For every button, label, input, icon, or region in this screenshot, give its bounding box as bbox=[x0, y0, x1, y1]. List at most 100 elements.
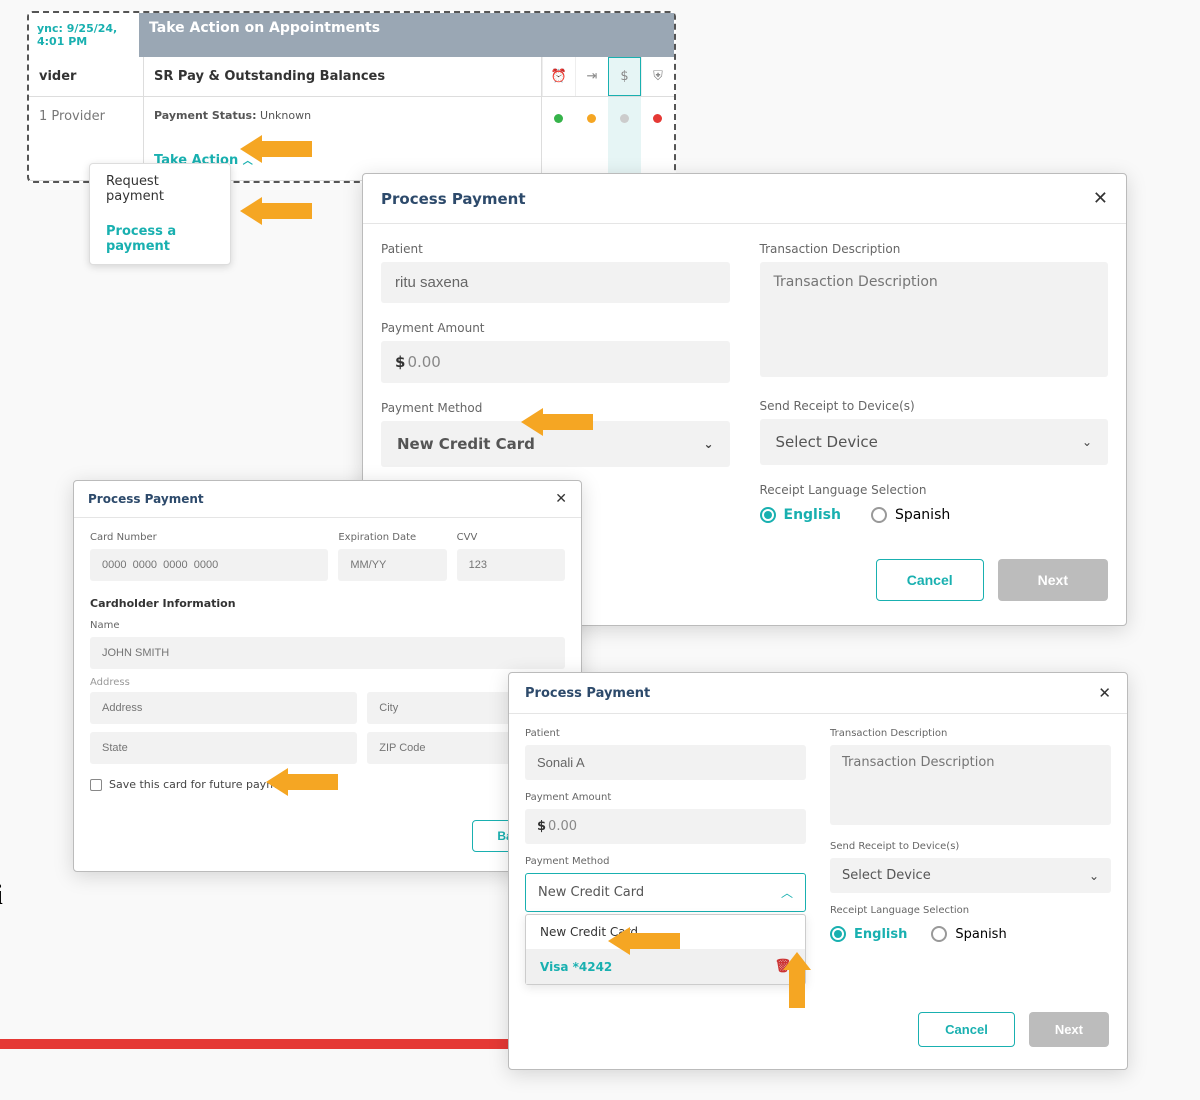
status-dot-grey bbox=[608, 97, 641, 180]
panel-header: ync: 9/25/24, 4:01 PM Take Action on App… bbox=[29, 13, 674, 57]
payment-method-label: Payment Method bbox=[381, 401, 730, 415]
radio-label-english: English bbox=[784, 507, 841, 523]
radio-icon bbox=[830, 926, 846, 942]
column-header-row: vider SR Pay & Outstanding Balances ⏰ ⇥ … bbox=[29, 57, 674, 97]
shield-icon[interactable]: ⛨ bbox=[641, 57, 674, 96]
amount-label: Payment Amount bbox=[525, 792, 806, 803]
menu-request-payment[interactable]: Request payment bbox=[90, 164, 230, 214]
close-icon[interactable]: ✕ bbox=[1098, 684, 1111, 702]
amount-label: Payment Amount bbox=[381, 321, 730, 335]
txn-label: Transaction Description bbox=[760, 242, 1109, 256]
patient-input[interactable] bbox=[525, 745, 806, 780]
close-icon[interactable]: ✕ bbox=[1093, 188, 1108, 209]
next-button[interactable]: Next bbox=[998, 559, 1108, 601]
cancel-button[interactable]: Cancel bbox=[918, 1012, 1015, 1047]
txn-label: Transaction Description bbox=[830, 728, 1111, 739]
modal-title: Process Payment bbox=[88, 492, 204, 506]
payment-method-value: New Credit Card bbox=[397, 435, 535, 453]
sync-time: ync: 9/25/24, 4:01 PM bbox=[29, 13, 139, 57]
process-payment-modal-2: Process Payment ✕ Patient Payment Amount… bbox=[508, 672, 1128, 1070]
appointment-panel: ync: 9/25/24, 4:01 PM Take Action on App… bbox=[27, 11, 676, 183]
radio-icon bbox=[760, 507, 776, 523]
device-select[interactable]: Select Device ⌄ bbox=[830, 858, 1111, 893]
radio-label-spanish: Spanish bbox=[895, 507, 950, 523]
modal-title: Process Payment bbox=[525, 686, 650, 701]
amount-value: 0.00 bbox=[548, 819, 577, 834]
payment-method-dropdown: New Credit Card Visa *4242 🗑 bbox=[525, 914, 806, 985]
pm-option-visa-label: Visa *4242 bbox=[540, 960, 612, 974]
close-icon[interactable]: ✕ bbox=[555, 491, 567, 507]
language-label: Receipt Language Selection bbox=[760, 483, 1109, 497]
col-balances: SR Pay & Outstanding Balances bbox=[144, 57, 542, 96]
radio-english[interactable]: English bbox=[830, 926, 907, 942]
device-label: Send Receipt to Device(s) bbox=[760, 399, 1109, 413]
device-select[interactable]: Select Device ⌄ bbox=[760, 419, 1109, 465]
payment-method-value: New Credit Card bbox=[538, 885, 644, 900]
save-card-label: Save this card for future payments bbox=[109, 778, 301, 791]
patient-label: Patient bbox=[525, 728, 806, 739]
radio-label-english: English bbox=[854, 927, 907, 942]
export-icon[interactable]: ⇥ bbox=[575, 57, 608, 96]
payment-method-label: Payment Method bbox=[525, 856, 806, 867]
device-label: Send Receipt to Device(s) bbox=[830, 841, 1111, 852]
device-value: Select Device bbox=[776, 433, 878, 451]
currency-symbol: $ bbox=[395, 353, 405, 371]
payment-method-select[interactable]: New Credit Card ⌄ bbox=[381, 421, 730, 467]
arrow-annotation bbox=[240, 197, 312, 225]
trash-icon[interactable]: 🗑 bbox=[774, 959, 791, 974]
status-dot-green bbox=[542, 97, 575, 180]
cancel-button[interactable]: Cancel bbox=[876, 559, 984, 601]
dollar-icon[interactable]: $ bbox=[608, 57, 641, 96]
chevron-down-icon: ⌄ bbox=[1082, 435, 1092, 449]
patient-input[interactable] bbox=[381, 262, 730, 303]
next-button[interactable]: Next bbox=[1029, 1012, 1109, 1047]
cvv-label: CVV bbox=[457, 532, 565, 543]
chevron-up-icon: ︿ bbox=[781, 884, 793, 901]
name-label: Name bbox=[90, 620, 565, 631]
radio-icon bbox=[931, 926, 947, 942]
checkbox-icon bbox=[90, 779, 102, 791]
txn-description-input[interactable] bbox=[760, 262, 1109, 377]
language-label: Receipt Language Selection bbox=[830, 905, 1111, 916]
device-value: Select Device bbox=[842, 868, 931, 883]
card-number-input[interactable] bbox=[90, 549, 328, 581]
page-marker: i bbox=[0, 880, 3, 912]
amount-input[interactable]: $ 0.00 bbox=[525, 809, 806, 844]
radio-spanish[interactable]: Spanish bbox=[871, 507, 950, 523]
expiration-input[interactable] bbox=[338, 549, 446, 581]
save-card-checkbox-row[interactable]: Save this card for future payments bbox=[90, 778, 565, 791]
chevron-down-icon: ⌄ bbox=[703, 437, 713, 451]
chevron-down-icon: ⌄ bbox=[1089, 869, 1099, 883]
panel-title: Take Action on Appointments bbox=[139, 20, 658, 50]
alarm-icon[interactable]: ⏰ bbox=[542, 57, 575, 96]
name-input[interactable] bbox=[90, 637, 565, 669]
radio-english[interactable]: English bbox=[760, 507, 841, 523]
status-dot-red bbox=[641, 97, 674, 180]
currency-symbol: $ bbox=[537, 819, 546, 834]
chevron-up-icon: ︿ bbox=[243, 156, 253, 167]
txn-description-input[interactable] bbox=[830, 745, 1111, 825]
radio-spanish[interactable]: Spanish bbox=[931, 926, 1006, 942]
col-provider: vider bbox=[29, 57, 144, 96]
pm-option-visa[interactable]: Visa *4242 🗑 bbox=[526, 949, 805, 984]
expiration-label: Expiration Date bbox=[338, 532, 446, 543]
amount-input[interactable]: $ 0.00 bbox=[381, 341, 730, 383]
pm-option-new-card[interactable]: New Credit Card bbox=[526, 915, 805, 949]
status-dot-orange bbox=[575, 97, 608, 180]
state-input[interactable] bbox=[90, 732, 357, 764]
address-label: Address bbox=[90, 677, 565, 688]
modal-title: Process Payment bbox=[381, 190, 526, 208]
cvv-input[interactable] bbox=[457, 549, 565, 581]
payment-status-label: Payment Status: bbox=[154, 109, 257, 122]
payment-status-value: Unknown bbox=[260, 109, 311, 122]
radio-label-spanish: Spanish bbox=[955, 927, 1006, 942]
cardholder-heading: Cardholder Information bbox=[90, 597, 565, 610]
payment-method-select[interactable]: New Credit Card ︿ bbox=[525, 873, 806, 912]
radio-icon bbox=[871, 507, 887, 523]
card-number-label: Card Number bbox=[90, 532, 328, 543]
address-input[interactable] bbox=[90, 692, 357, 724]
patient-label: Patient bbox=[381, 242, 730, 256]
amount-value: 0.00 bbox=[407, 353, 440, 371]
card-entry-modal: Process Payment ✕ Card Number Expiration… bbox=[73, 480, 582, 872]
menu-process-payment[interactable]: Process a payment bbox=[90, 214, 230, 264]
